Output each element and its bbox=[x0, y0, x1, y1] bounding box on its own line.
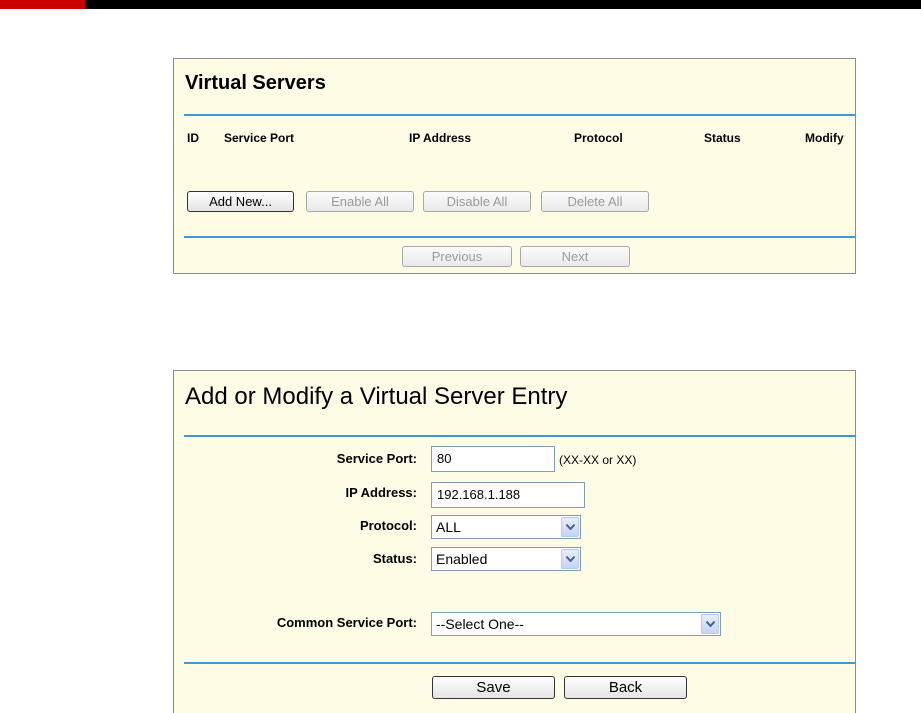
column-header-protocol: Protocol bbox=[574, 131, 623, 145]
top-header-bar bbox=[0, 0, 921, 9]
column-header-ip-address: IP Address bbox=[409, 131, 472, 145]
add-new-button[interactable]: Add New... bbox=[187, 191, 294, 212]
status-selected-value: Enabled bbox=[436, 551, 488, 567]
footer-separator bbox=[184, 236, 855, 238]
status-label: Status: bbox=[372, 551, 417, 566]
header-accent bbox=[0, 0, 85, 9]
title-separator bbox=[184, 114, 855, 116]
chevron-down-icon[interactable] bbox=[701, 614, 719, 634]
previous-button[interactable]: Previous bbox=[402, 246, 512, 267]
protocol-select[interactable]: ALL bbox=[431, 515, 581, 539]
disable-all-button[interactable]: Disable All bbox=[423, 191, 531, 212]
common-service-port-selected-value: --Select One-- bbox=[436, 616, 524, 632]
title-separator bbox=[184, 435, 855, 437]
enable-all-button[interactable]: Enable All bbox=[306, 191, 414, 212]
service-port-input[interactable]: 80 bbox=[431, 446, 555, 472]
ip-address-label: IP Address: bbox=[345, 485, 417, 500]
common-service-port-label: Common Service Port: bbox=[276, 615, 417, 630]
column-header-modify: Modify bbox=[805, 131, 844, 145]
footer-separator bbox=[184, 662, 855, 664]
chevron-down-icon[interactable] bbox=[561, 549, 579, 569]
back-button[interactable]: Back bbox=[564, 676, 687, 699]
protocol-selected-value: ALL bbox=[436, 519, 461, 535]
ip-address-input[interactable]: 192.168.1.188 bbox=[431, 482, 585, 508]
protocol-label: Protocol: bbox=[359, 518, 417, 533]
save-button[interactable]: Save bbox=[432, 676, 555, 699]
panel-title: Virtual Servers bbox=[185, 72, 326, 94]
delete-all-button[interactable]: Delete All bbox=[541, 191, 649, 212]
column-header-id: ID bbox=[187, 131, 199, 145]
service-port-hint: (XX-XX or XX) bbox=[559, 453, 637, 467]
virtual-servers-panel: Virtual Servers ID Service Port IP Addre… bbox=[173, 58, 856, 274]
panel-title: Add or Modify a Virtual Server Entry bbox=[185, 383, 568, 410]
service-port-label: Service Port: bbox=[336, 451, 417, 466]
common-service-port-select[interactable]: --Select One-- bbox=[431, 612, 721, 636]
next-button[interactable]: Next bbox=[520, 246, 630, 267]
column-header-service-port: Service Port bbox=[224, 131, 295, 145]
column-header-status: Status bbox=[704, 131, 741, 145]
chevron-down-icon[interactable] bbox=[561, 517, 579, 537]
add-modify-entry-panel: Add or Modify a Virtual Server Entry Ser… bbox=[173, 370, 856, 713]
status-select[interactable]: Enabled bbox=[431, 547, 581, 571]
